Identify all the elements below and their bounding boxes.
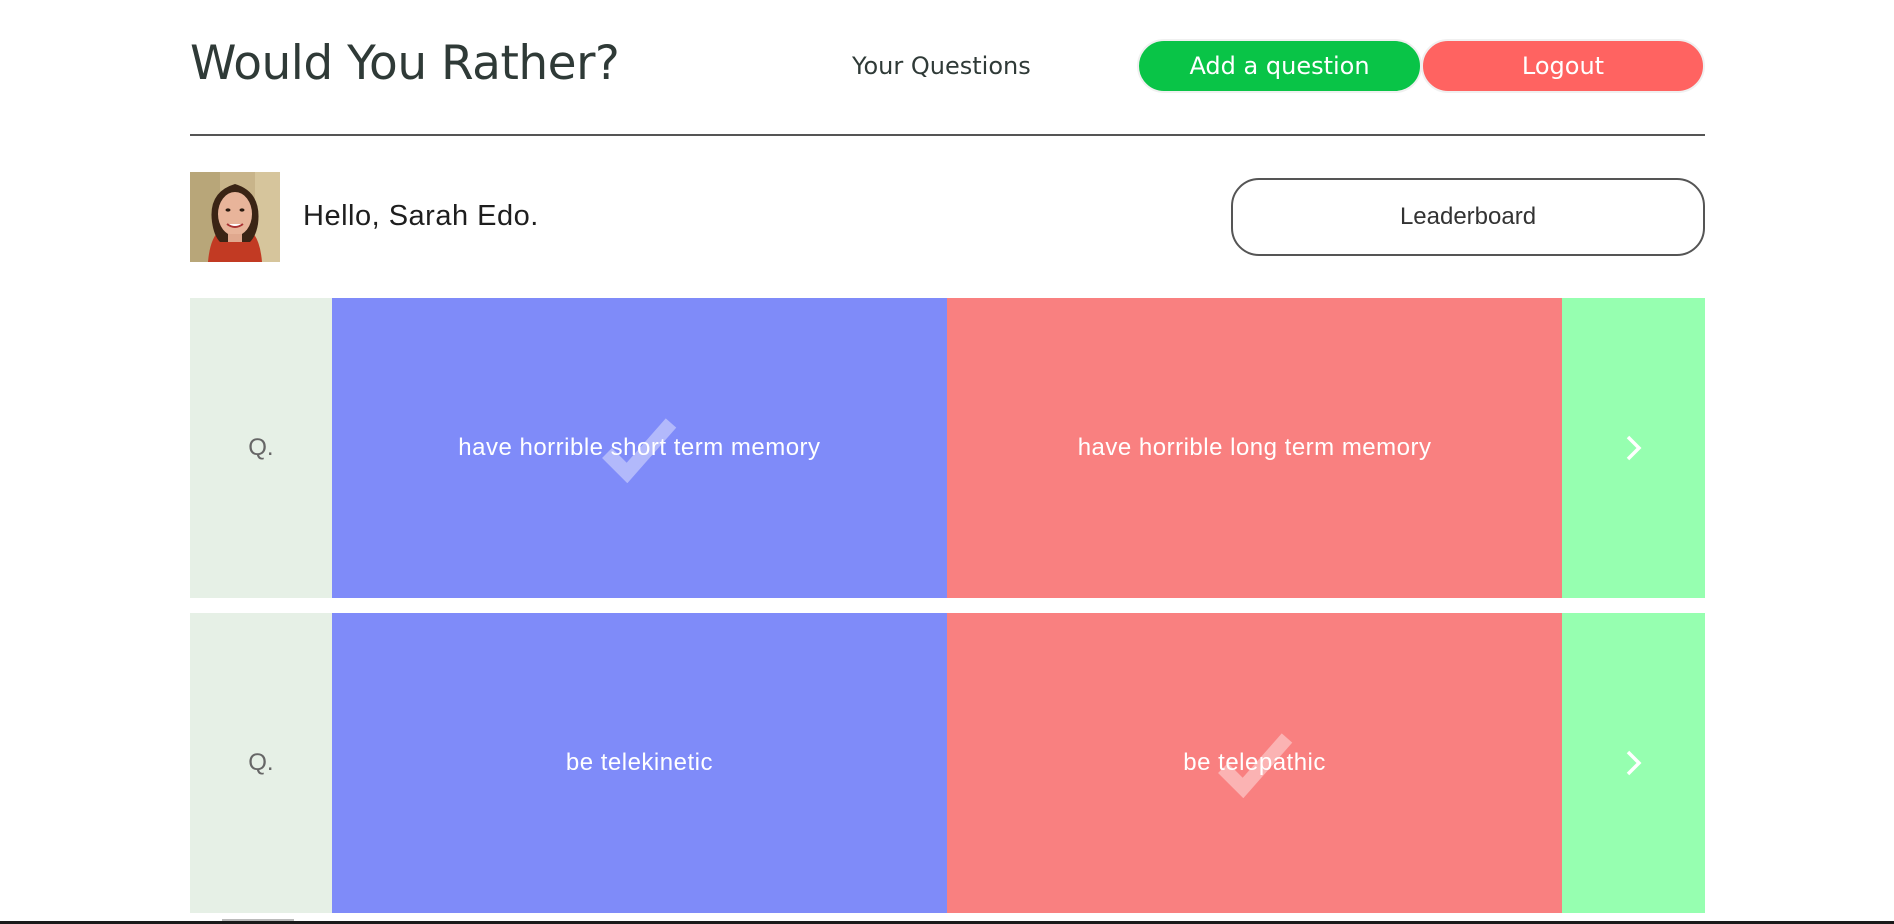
add-question-button[interactable]: Add a question [1137, 39, 1422, 93]
option-b-text: have horrible long term memory [1077, 434, 1432, 461]
question-prefix: Q. [190, 298, 332, 598]
option-a[interactable]: have horrible short term memory [331, 298, 947, 598]
main-container: Would You Rather? Your Questions Add a q… [190, 0, 1705, 924]
top-nav: Would You Rather? Your Questions Add a q… [190, 0, 1705, 136]
greeting-text: Hello, Sarah Edo. [303, 200, 539, 232]
question-prefix: Q. [190, 613, 332, 913]
chevron-right-icon [1626, 435, 1642, 461]
user-row: Hello, Sarah Edo. Leaderboard [190, 136, 1705, 298]
avatar-portrait-icon [190, 172, 280, 262]
option-b[interactable]: have horrible long term memory [947, 298, 1563, 598]
app-title: Would You Rather? [190, 36, 620, 91]
avatar [190, 172, 280, 262]
page: Would You Rather? Your Questions Add a q… [0, 0, 1894, 924]
next-button[interactable] [1562, 298, 1705, 598]
option-a[interactable]: be telekinetic [331, 613, 947, 913]
option-b-text: be telepathic [1183, 749, 1326, 776]
option-b[interactable]: be telepathic [947, 613, 1563, 913]
scrollbar-thumb[interactable] [222, 919, 294, 921]
leaderboard-button[interactable]: Leaderboard [1231, 178, 1705, 256]
question-card: Q. have horrible short term memory have … [190, 298, 1705, 598]
your-questions-link[interactable]: Your Questions [852, 52, 1031, 80]
logout-button[interactable]: Logout [1421, 39, 1705, 93]
chevron-right-icon [1626, 750, 1642, 776]
next-button[interactable] [1562, 613, 1705, 913]
question-card: Q. be telekinetic be telepathic [190, 613, 1705, 913]
option-a-text: be telekinetic [565, 749, 713, 776]
option-a-text: have horrible short term memory [458, 434, 821, 461]
